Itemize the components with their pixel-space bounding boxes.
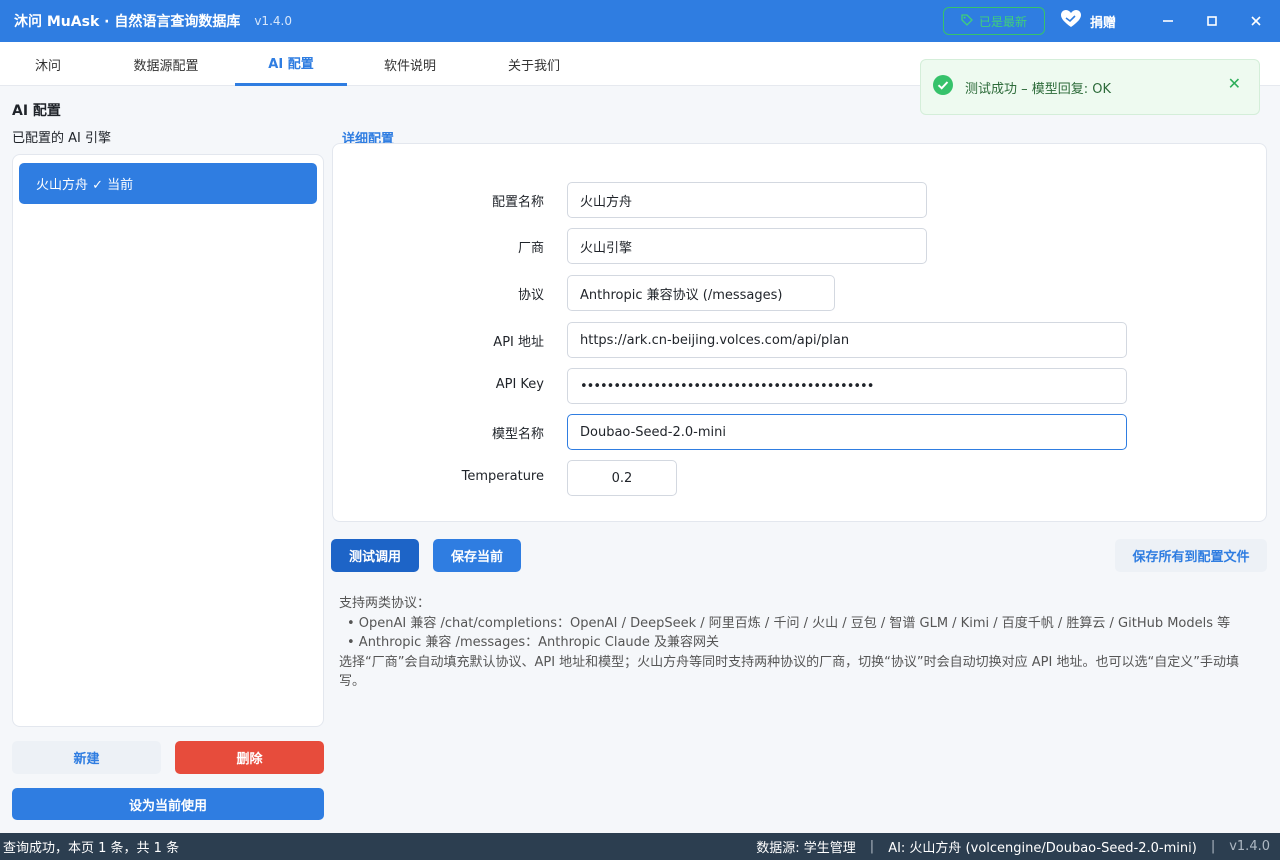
api-key-label: API Key [495, 377, 544, 392]
tab-manual[interactable]: 软件说明 [356, 42, 464, 86]
temperature-field[interactable]: 0.2 [567, 460, 677, 496]
toast-close-icon[interactable]: ✕ [1228, 74, 1241, 93]
protocol-select[interactable]: Anthropic 兼容协议 (/messages) [567, 275, 835, 311]
maximize-icon [1206, 12, 1218, 31]
tab-ai-config[interactable]: AI 配置 [235, 42, 347, 86]
vendor-field[interactable]: 火山引擎 [567, 228, 927, 264]
protocol-label: 协议 [517, 288, 544, 303]
donate-label: 捐赠 [1090, 15, 1117, 31]
status-separator: | [1210, 839, 1216, 854]
tag-icon [961, 13, 973, 29]
update-status-badge[interactable]: 已是最新 [943, 7, 1045, 35]
new-button[interactable]: 新建 [12, 741, 161, 774]
temperature-label: Temperature [461, 469, 544, 484]
tab-about[interactable]: 关于我们 [480, 42, 588, 86]
query-status: 查询成功，本页 1 条，共 1 条 [3, 841, 180, 856]
status-version: v1.4.0 [1229, 839, 1270, 854]
status-separator: | [869, 839, 875, 854]
toast-message: 测试成功 – 模型回复: OK [965, 81, 1112, 97]
detail-form: 配置名称 火山方舟 厂商 火山引擎 协议 Anthropic 兼容协议 (/me… [332, 143, 1267, 522]
save-all-button[interactable]: 保存所有到配置文件 [1115, 539, 1267, 572]
help-note: 选择“厂商”会自动填充默认协议、API 地址和模型；火山方舟等同时支持两种协议的… [339, 654, 1239, 690]
check-circle-icon [933, 75, 953, 99]
help-bullet-anthropic: • Anthropic 兼容 /messages：Anthropic Claud… [347, 635, 720, 650]
help-bullet-openai: • OpenAI 兼容 /chat/completions：OpenAI / D… [347, 615, 1231, 631]
status-bar: 查询成功，本页 1 条，共 1 条 数据源: 学生管理 | AI: 火山方舟 (… [0, 833, 1280, 860]
minimize-button[interactable] [1146, 0, 1190, 42]
title-bar: 沐问 MuAsk · 自然语言查询数据库 v1.4.0 已是最新 捐赠 [0, 0, 1280, 42]
delete-button[interactable]: 删除 [175, 741, 324, 774]
protocol-help: 支持两类协议： • OpenAI 兼容 /chat/completions：Op… [339, 594, 1249, 692]
vendor-label: 厂商 [517, 241, 544, 256]
page-title: AI 配置 [12, 103, 61, 119]
save-current-button[interactable]: 保存当前 [433, 539, 521, 572]
api-url-label: API 地址 [493, 335, 544, 350]
list-item[interactable]: 火山方舟 ✓ 当前 [19, 163, 317, 204]
app-title: 沐问 MuAsk · 自然语言查询数据库 [14, 14, 241, 30]
set-current-button[interactable]: 设为当前使用 [12, 788, 324, 820]
help-heading: 支持两类协议： [339, 596, 431, 611]
name-label: 配置名称 [491, 195, 544, 210]
maximize-button[interactable] [1190, 0, 1234, 42]
datasource-status: 数据源: 学生管理 [756, 841, 856, 856]
minimize-icon [1162, 12, 1174, 31]
heart-hands-icon [1060, 9, 1082, 33]
app-version: v1.4.0 [254, 14, 292, 28]
tab-ask[interactable]: 沐问 [0, 42, 96, 86]
model-label: 模型名称 [491, 427, 544, 442]
donate-button[interactable]: 捐赠 [1060, 8, 1116, 34]
model-name-field[interactable]: Doubao-Seed-2.0-mini [567, 414, 1127, 450]
ai-status: AI: 火山方舟 (volcengine/Doubao-Seed-2.0-min… [888, 841, 1197, 856]
engine-list-title: 已配置的 AI 引擎 [12, 131, 111, 146]
test-call-button[interactable]: 测试调用 [331, 539, 419, 572]
success-toast: 测试成功 – 模型回复: OK ✕ [920, 59, 1260, 115]
config-name-field[interactable]: 火山方舟 [567, 182, 927, 218]
tab-datasource[interactable]: 数据源配置 [108, 42, 224, 86]
update-status-label: 已是最新 [978, 14, 1027, 29]
close-window-button[interactable] [1234, 0, 1278, 42]
api-url-field[interactable]: https://ark.cn-beijing.volces.com/api/pl… [567, 322, 1127, 358]
api-key-field[interactable]: ••••••••••••••••••••••••••••••••••••••••… [567, 368, 1127, 404]
engine-list: 火山方舟 ✓ 当前 [12, 154, 324, 727]
close-icon [1250, 12, 1262, 31]
